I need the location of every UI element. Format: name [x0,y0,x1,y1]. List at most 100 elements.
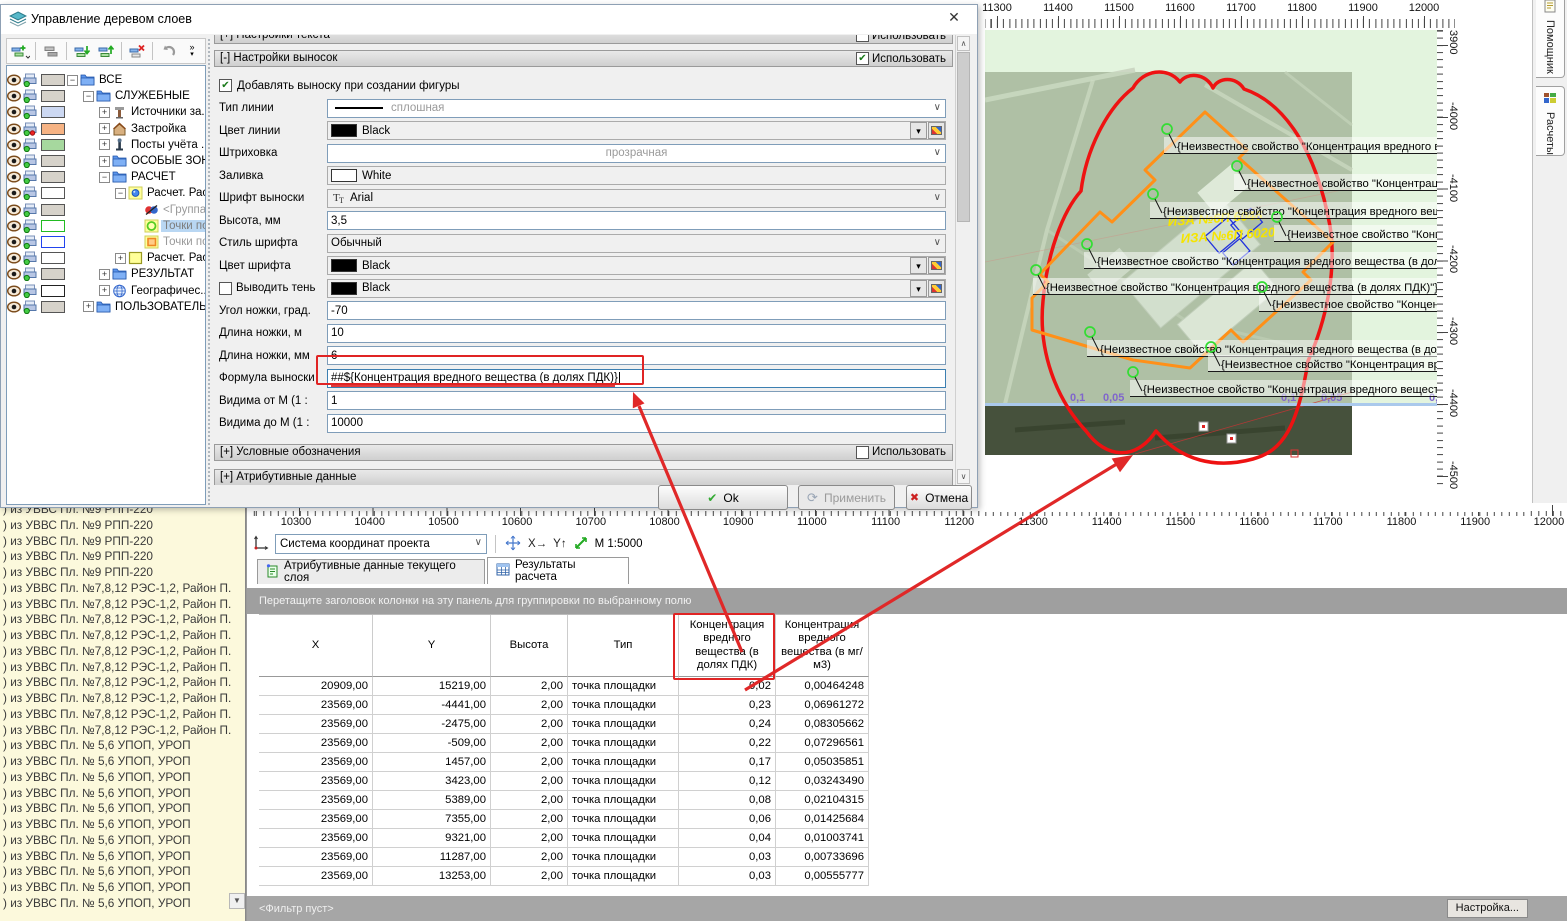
palette-button[interactable] [928,280,945,297]
tab-calculations[interactable]: Расчеты [1536,86,1565,156]
list-item[interactable]: ) из УВВС Пл. № 5,6 УПОП, УРОП [3,849,231,865]
text-input[interactable]: 3,5 [327,211,946,230]
print-layer-icon[interactable] [23,203,39,217]
layers-icon[interactable] [40,41,62,61]
list-item[interactable]: ) из УВВС Пл. № 5,6 УПОП, УРОП [3,801,231,817]
use-checkbox[interactable]: Использовать [856,35,946,42]
list-item[interactable]: ) из УВВС Пл. № 5,6 УПОП, УРОП [3,864,231,880]
tree-item-label[interactable]: Точки по... [161,220,206,232]
section-legend[interactable]: [+] Условные обозначенияИспользовать [214,444,953,461]
table-settings-button[interactable]: Настройка... [1447,899,1528,918]
visibility-eye-icon[interactable] [7,138,23,152]
visibility-eye-icon[interactable] [7,122,23,136]
list-item[interactable]: ) из УВВС Пл. №9 РПП-220 [3,565,231,581]
panel-splitter[interactable] [207,38,212,505]
list-item[interactable]: ) из УВВС Пл. №7,8,12 РЭС-1,2, Район П..… [3,723,231,739]
tree-expander-icon[interactable]: + [99,139,110,150]
tab-assistant[interactable]: Помощник [1536,0,1565,78]
tree-item-label[interactable]: <Группа ... [161,204,206,216]
tree-expander-icon[interactable]: + [99,269,110,280]
tree-expander-icon[interactable]: − [99,172,110,183]
visibility-eye-icon[interactable] [7,89,23,103]
layer-color-swatch[interactable] [41,106,65,118]
tree-expander-icon[interactable]: + [99,123,110,134]
list-item[interactable]: ) из УВВС Пл. №7,8,12 РЭС-1,2, Район П..… [3,628,231,644]
list-item[interactable]: ) из УВВС Пл. № 5,6 УПОП, УРОП [3,754,231,770]
field-center-combo[interactable]: прозрачная∨ [327,144,946,163]
list-item[interactable]: ) из УВВС Пл. №7,8,12 РЭС-1,2, Район П..… [3,597,231,613]
list-item[interactable]: ) из УВВС Пл. №7,8,12 РЭС-1,2, Район П..… [3,612,231,628]
ok-button[interactable]: ✔ Ok [658,485,788,510]
tree-expander-icon[interactable]: − [67,75,78,86]
table-row[interactable]: 23569,0011287,002,00точка площадки0,030,… [259,848,871,867]
column-header[interactable]: X [259,615,373,677]
field-color-plain[interactable]: White [327,166,946,185]
list-item[interactable]: ) из УВВС Пл. №7,8,12 РЭС-1,2, Район П..… [3,675,231,691]
print-layer-icon[interactable] [23,267,39,281]
use-checkbox[interactable]: ✔Использовать [856,52,946,65]
section-attribute-data[interactable]: [+] Атрибутивные данные [214,469,953,486]
layer-color-swatch[interactable] [41,204,65,216]
layer-color-swatch[interactable] [41,123,65,135]
print-layer-icon[interactable] [23,170,39,184]
layer-color-swatch[interactable] [41,171,65,183]
column-header[interactable]: Концентрация вредного вещества (в мг/м3) [776,615,869,677]
print-layer-icon[interactable] [23,138,39,152]
palette-button[interactable] [928,257,945,274]
field-color-combo[interactable]: Black▾ [327,279,946,298]
text-input[interactable]: 6 [327,346,946,365]
tree-item-label[interactable]: Географичес... [129,285,206,297]
field-combo[interactable]: Обычный∨ [327,234,946,253]
visibility-eye-icon[interactable] [7,170,23,184]
checkbox-icon[interactable]: ✔ [219,79,232,92]
print-layer-icon[interactable] [23,105,39,119]
tree-expander-icon[interactable]: + [99,107,110,118]
tab-attribute-data[interactable]: Атрибутивные данные текущего слоя [257,559,485,584]
apply-button[interactable]: ⟳ Применить [798,485,895,510]
visibility-eye-icon[interactable] [7,219,23,233]
checkbox-icon[interactable] [219,282,232,295]
field-color-combo[interactable]: Black▾ [327,256,946,275]
undo-icon[interactable] [157,41,179,61]
tab-calc-results[interactable]: Результаты расчета [487,557,629,584]
visibility-eye-icon[interactable] [7,284,23,298]
table-row[interactable]: 23569,0013253,002,00точка площадки0,030,… [259,867,871,886]
print-layer-icon[interactable] [23,122,39,136]
table-row[interactable]: 23569,001457,002,00точка площадки0,170,0… [259,753,871,772]
list-item[interactable]: ) из УВВС Пл. №9 РПП-220 [3,507,231,518]
dropdown-arrow-button[interactable]: ▾ [910,280,927,297]
field-font-combo[interactable]: ƬTArial∨ [327,189,946,208]
list-item[interactable]: ) из УВВС Пл. № 5,6 УПОП, УРОП [3,786,231,802]
print-layer-icon[interactable] [23,186,39,200]
table-row[interactable]: 23569,003423,002,00точка площадки0,120,0… [259,772,871,791]
layer-color-swatch[interactable] [41,139,65,151]
tree-item-label[interactable]: РЕЗУЛЬТАТ [129,268,196,280]
list-scroll-down-button[interactable]: ▼ [229,893,245,909]
checkbox-icon[interactable]: ✔ [856,52,869,65]
visibility-eye-icon[interactable] [7,300,23,314]
layer-color-swatch[interactable] [41,285,65,297]
list-item[interactable]: ) из УВВС Пл. №7,8,12 РЭС-1,2, Район П..… [3,644,231,660]
layer-color-swatch[interactable] [41,268,65,280]
column-header[interactable]: Высота [491,615,568,677]
add-layer-icon[interactable] [9,41,31,61]
add-callout-row[interactable]: ✔Добавлять выноску при создании фигуры [213,75,954,96]
dropdown-arrow-button[interactable]: ▾ [910,122,927,139]
print-layer-icon[interactable] [23,235,39,249]
layer-color-swatch[interactable] [41,90,65,102]
table-row[interactable]: 23569,009321,002,00точка площадки0,040,0… [259,829,871,848]
visibility-eye-icon[interactable] [7,251,23,265]
use-checkbox[interactable]: Использовать [856,446,946,459]
field-color-combo[interactable]: Black▾ [327,121,946,140]
tree-expander-icon[interactable]: + [99,285,110,296]
list-item[interactable]: ) из УВВС Пл. № 5,6 УПОП, УРОП [3,896,231,912]
table-row[interactable]: 23569,007355,002,00точка площадки0,060,0… [259,810,871,829]
print-layer-icon[interactable] [23,300,39,314]
column-header[interactable]: Тип [568,615,679,677]
table-row[interactable]: 23569,00-2475,002,00точка площадки0,240,… [259,715,871,734]
dialog-titlebar[interactable]: Управление деревом слоев ✕ [1,5,977,34]
list-item[interactable]: ) из УВВС Пл. № 5,6 УПОП, УРОП [3,880,231,896]
layer-color-swatch[interactable] [41,236,65,248]
text-input[interactable]: 1 [327,391,946,410]
tree-expander-icon[interactable]: + [99,156,110,167]
